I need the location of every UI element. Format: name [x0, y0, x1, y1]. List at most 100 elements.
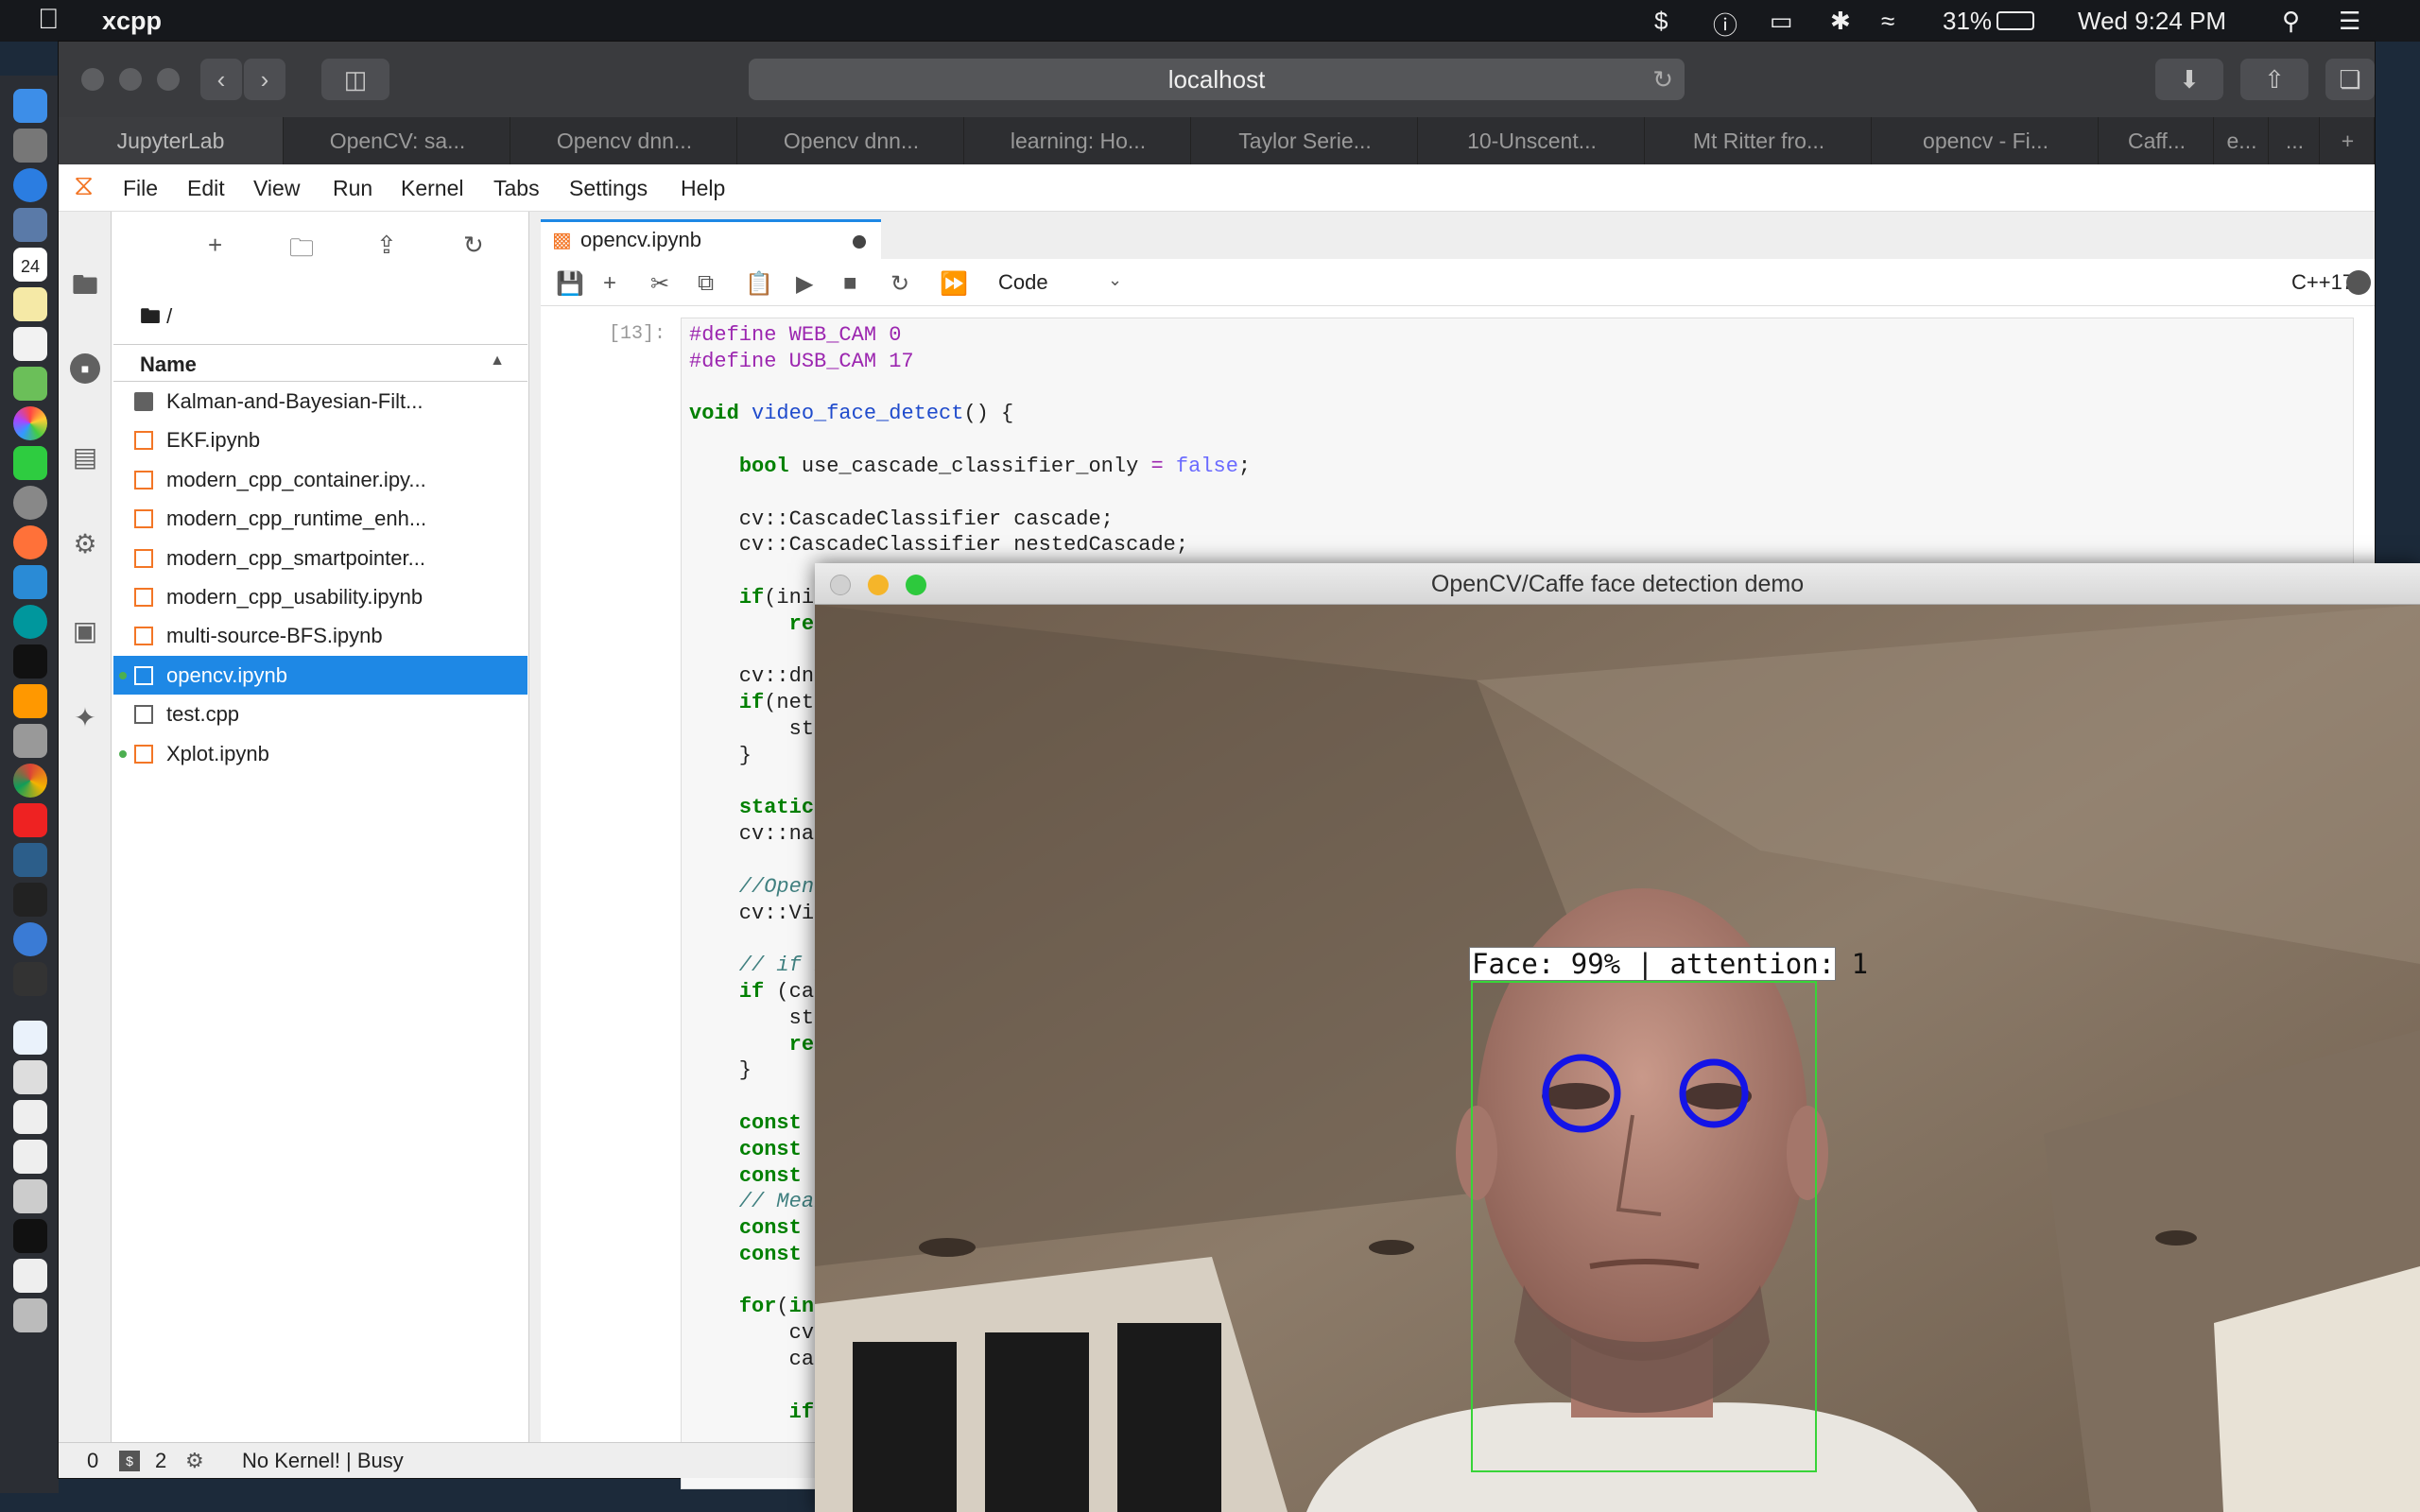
upload-icon[interactable]: ⇪	[376, 231, 397, 260]
close-window-button[interactable]	[830, 575, 851, 595]
console-icon[interactable]	[13, 962, 47, 996]
sort-ascending-icon[interactable]: ▲	[490, 352, 505, 369]
address-bar[interactable]: localhost ↻	[749, 59, 1685, 100]
refresh-icon[interactable]: ↻	[463, 231, 484, 260]
kernel-status-text[interactable]: No Kernel! | Busy	[242, 1443, 404, 1479]
status-count-b[interactable]: 2	[155, 1443, 166, 1479]
launchpad-icon[interactable]	[13, 129, 47, 163]
spotlight-search-icon[interactable]: ⚲	[2282, 7, 2300, 36]
browser-tab[interactable]: ...	[2271, 117, 2320, 164]
save-icon[interactable]: 💾	[556, 270, 584, 298]
cut-icon[interactable]: ✂	[650, 270, 669, 298]
kernel-name[interactable]: C++17	[2291, 270, 2354, 295]
activity-monitor-icon[interactable]	[13, 843, 47, 877]
window-thumb-icon[interactable]	[13, 1100, 47, 1134]
zoom-window-button[interactable]	[157, 68, 180, 91]
browser-tab[interactable]: Caff...	[2100, 117, 2214, 164]
cell-type-select[interactable]: Code	[998, 270, 1048, 295]
menu-kernel[interactable]: Kernel	[401, 176, 463, 201]
trash-icon[interactable]	[13, 1298, 47, 1332]
wolfram-icon[interactable]	[13, 565, 47, 599]
notification-center-icon[interactable]: ☰	[2339, 7, 2360, 36]
column-name-header[interactable]: Name	[140, 352, 197, 377]
file-list-item[interactable]: Kalman-and-Bayesian-Filt...	[113, 382, 527, 421]
menu-view[interactable]: View	[253, 176, 300, 201]
notes-icon[interactable]	[13, 287, 47, 321]
browser-tab[interactable]: learning: Ho...	[966, 117, 1191, 164]
document-icon[interactable]	[13, 1021, 47, 1055]
unsaved-dot-icon[interactable]	[853, 235, 866, 249]
run-cell-icon[interactable]: ▶	[796, 270, 813, 298]
notebook-tab[interactable]: ▩ opencv.ipynb	[541, 219, 881, 259]
apple-menu-icon[interactable]: 	[38, 4, 60, 36]
paste-icon[interactable]: 📋	[745, 270, 773, 298]
file-list-item[interactable]: modern_cpp_smartpointer...	[113, 539, 527, 577]
browser-tab[interactable]: 10-Unscent...	[1420, 117, 1645, 164]
menu-file[interactable]: File	[123, 176, 158, 201]
close-window-button[interactable]	[81, 68, 104, 91]
browser-tab[interactable]: Opencv dnn...	[739, 117, 964, 164]
minimize-window-button[interactable]	[119, 68, 142, 91]
system-preferences-icon[interactable]	[13, 486, 47, 520]
calendar-icon[interactable]: 24	[13, 248, 47, 282]
running-kernels-icon[interactable]: ■	[70, 353, 100, 384]
finder-icon[interactable]	[13, 89, 47, 123]
home-folder-icon[interactable]: 🖿	[140, 304, 161, 328]
menu-run[interactable]: Run	[333, 176, 372, 201]
airplay-icon[interactable]: ▭	[1770, 7, 1793, 36]
terminal-2-icon[interactable]	[13, 883, 47, 917]
browser-tab[interactable]: Mt Ritter fro...	[1647, 117, 1872, 164]
reminders-icon[interactable]	[13, 327, 47, 361]
menu-edit[interactable]: Edit	[187, 176, 225, 201]
opencv-window-titlebar[interactable]: OpenCV/Caffe face detection demo	[815, 563, 2420, 605]
file-list-item[interactable]: test.cpp	[113, 695, 527, 733]
window-thumb-icon[interactable]	[13, 1219, 47, 1253]
arduino-icon[interactable]	[13, 605, 47, 639]
file-list-item[interactable]: multi-source-BFS.ipynb	[113, 616, 527, 655]
menu-settings[interactable]: Settings	[569, 176, 648, 201]
browser-tab[interactable]: Taylor Serie...	[1193, 117, 1418, 164]
file-list-item[interactable]: modern_cpp_container.ipy...	[113, 460, 527, 499]
terminal-icon[interactable]	[13, 644, 47, 679]
folder-icon[interactable]: 🖿	[70, 270, 100, 301]
new-tab-button[interactable]: +	[2322, 117, 2375, 164]
minimize-window-button[interactable]	[868, 575, 889, 595]
window-thumb-icon[interactable]	[13, 1060, 47, 1094]
browser-tab[interactable]: e...	[2216, 117, 2269, 164]
interrupt-kernel-icon[interactable]: ■	[843, 270, 857, 297]
browser-tab[interactable]: opencv - Fi...	[1874, 117, 2099, 164]
sidebar-toggle-button[interactable]: ◫	[321, 59, 389, 100]
menu-help[interactable]: Help	[681, 176, 725, 201]
sublime-icon[interactable]	[13, 684, 47, 718]
browser-tab[interactable]: JupyterLab	[59, 117, 284, 164]
safari-icon[interactable]	[13, 168, 47, 202]
status-count-a[interactable]: 0	[87, 1443, 98, 1479]
reload-icon[interactable]: ↻	[1652, 59, 1673, 100]
kernel-settings-icon[interactable]: ⚙	[185, 1443, 204, 1479]
restart-run-all-icon[interactable]: ⏩	[940, 270, 968, 298]
archive-icon[interactable]	[13, 724, 47, 758]
file-list-item[interactable]: modern_cpp_usability.ipynb	[113, 577, 527, 616]
facetime-icon[interactable]	[13, 446, 47, 480]
share-button[interactable]: ⇧	[2240, 59, 2308, 100]
file-list-header[interactable]: Name ▲	[113, 344, 527, 382]
firefox-icon[interactable]	[13, 525, 47, 559]
browser-tab[interactable]: Opencv dnn...	[512, 117, 737, 164]
wifi-icon[interactable]: ≈	[1881, 7, 1894, 36]
file-list-item[interactable]: modern_cpp_runtime_enh...	[113, 499, 527, 538]
window-thumb-icon[interactable]	[13, 1140, 47, 1174]
restart-kernel-icon[interactable]: ↻	[890, 270, 909, 298]
file-list-item[interactable]: Xplot.ipynb	[113, 734, 527, 773]
battery-icon[interactable]	[1996, 11, 2034, 30]
acrobat-icon[interactable]	[13, 803, 47, 837]
chevron-down-icon[interactable]: ⌄	[1108, 270, 1122, 290]
terminal-status-icon[interactable]: $	[119, 1451, 140, 1471]
bluetooth-icon[interactable]: ✱	[1830, 7, 1851, 36]
mail-icon[interactable]	[13, 208, 47, 242]
dollar-status-icon[interactable]: $	[1654, 7, 1668, 36]
file-list-item[interactable]: EKF.ipynb	[113, 421, 527, 459]
window-thumb-icon[interactable]	[13, 1179, 47, 1213]
extension-manager-icon[interactable]: ✦	[70, 703, 100, 733]
browser-tab[interactable]: OpenCV: sa...	[285, 117, 510, 164]
chrome-icon[interactable]	[13, 764, 47, 798]
